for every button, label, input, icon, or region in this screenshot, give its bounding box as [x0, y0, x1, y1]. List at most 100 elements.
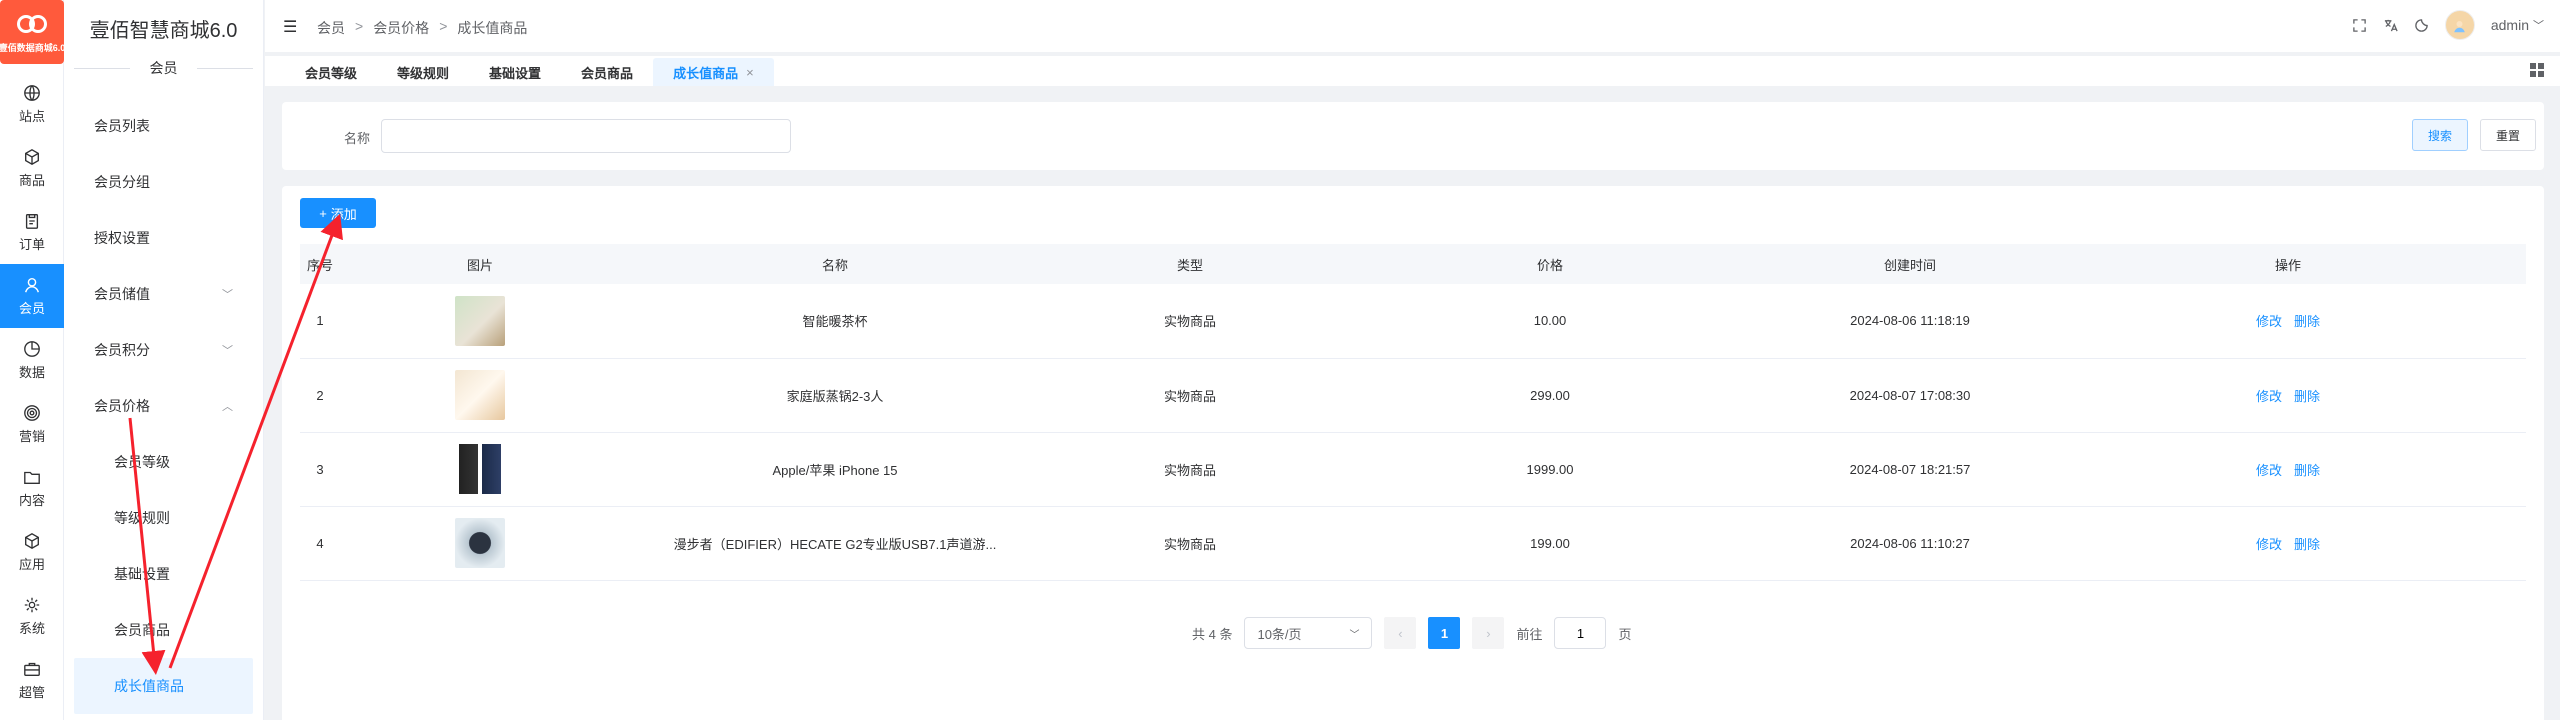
delete-link[interactable]: 删除 — [2294, 537, 2320, 552]
chevron-down-icon[interactable]: ﹀ — [2533, 17, 2544, 33]
rail-label: 内容 — [18, 492, 45, 508]
sidebar-item-level-rules[interactable]: 等级规则 — [64, 490, 263, 546]
add-button-label: 添加 — [330, 206, 357, 222]
rail-item-super-admin[interactable]: 超管 — [0, 648, 64, 712]
product-thumbnail[interactable] — [455, 370, 505, 420]
rail-label: 系统 — [18, 620, 45, 636]
header-actions: admin ﹀ — [2352, 10, 2544, 40]
col-header-actions: 操作 — [2274, 257, 2301, 273]
theme-icon[interactable] — [2414, 18, 2429, 33]
col-header-image: 图片 — [466, 257, 493, 273]
delete-link[interactable]: 删除 — [2294, 389, 2320, 404]
target-icon — [24, 404, 40, 421]
breadcrumb-separator: > — [355, 18, 364, 34]
edit-link[interactable]: 修改 — [2256, 314, 2282, 329]
sidebar-item-member-balance[interactable]: 会员储值 ﹀ — [64, 266, 263, 322]
sidebar-item-basic-settings[interactable]: 基础设置 — [64, 546, 263, 602]
sidebar-item-member-points[interactable]: 会员积分 ﹀ — [64, 322, 263, 378]
app-title: 壹佰智慧商城6.0 — [89, 19, 238, 42]
menu-toggle-icon[interactable]: ☰ — [283, 17, 297, 37]
tab-level-rules[interactable]: 等级规则 — [377, 58, 469, 86]
total-count: 共 4 条 — [1192, 626, 1233, 642]
fullscreen-icon[interactable] — [2352, 18, 2367, 33]
menu-label: 会员储值 — [94, 286, 150, 302]
sidebar-item-member-groups[interactable]: 会员分组 — [64, 154, 263, 210]
name-search-input[interactable] — [381, 119, 791, 153]
cell-image — [340, 506, 620, 580]
cell-image — [340, 284, 620, 358]
edit-link[interactable]: 修改 — [2256, 389, 2282, 404]
avatar[interactable] — [2444, 10, 2475, 40]
cell-type: 实物商品 — [1163, 536, 1216, 552]
menu-label: 会员等级 — [114, 454, 170, 470]
tab-member-levels[interactable]: 会员等级 — [285, 58, 377, 86]
rail-item-system[interactable]: 系统 — [0, 584, 64, 648]
globe-icon — [24, 84, 40, 101]
tab-label: 成长值商品 — [673, 65, 739, 81]
edit-link[interactable]: 修改 — [2256, 537, 2282, 552]
sidebar-item-member-list[interactable]: 会员列表 — [64, 98, 263, 154]
cell-name: 智能暖茶杯 — [802, 314, 868, 330]
rail-item-marketing[interactable]: 营销 — [0, 392, 64, 456]
sidebar-item-member-levels[interactable]: 会员等级 — [64, 434, 263, 490]
col-header-price: 价格 — [1536, 257, 1563, 273]
rail-item-orders[interactable]: 订单 — [0, 200, 64, 264]
sidebar-item-member-goods[interactable]: 会员商品 — [64, 602, 263, 658]
cell-type: 实物商品 — [1163, 314, 1216, 330]
logo-mark-icon — [14, 11, 50, 39]
prev-page-button[interactable]: ‹ — [1384, 617, 1417, 649]
next-page-button[interactable]: › — [1472, 617, 1505, 649]
product-thumbnail[interactable] — [455, 518, 505, 568]
delete-link[interactable]: 删除 — [2294, 463, 2320, 478]
rail-item-site[interactable]: 站点 — [0, 72, 64, 136]
cell-price: 10.00 — [1533, 313, 1567, 329]
delete-link[interactable]: 删除 — [2294, 314, 2320, 329]
table-header-row: 序号 图片 名称 类型 价格 创建时间 操作 — [300, 244, 2526, 284]
add-button[interactable]: + 添加 — [300, 198, 376, 228]
logo-text: 壹佰数据商城6.0 — [0, 42, 66, 53]
cube-icon — [25, 532, 39, 549]
pie-chart-icon — [24, 340, 40, 357]
breadcrumb: 会员 > 会员价格 > 成长值商品 — [317, 18, 527, 38]
rail-item-data[interactable]: 数据 — [0, 328, 64, 392]
breadcrumb-item[interactable]: 会员价格 — [373, 18, 429, 38]
cell-actions: 修改 删除 — [2050, 432, 2526, 506]
edit-link[interactable]: 修改 — [2256, 463, 2282, 478]
translate-icon[interactable] — [2383, 18, 2398, 33]
table-row: 2 家庭版蒸锅2-3人 实物商品 299.00 2024-08-07 17:08… — [300, 358, 2526, 432]
reset-button[interactable]: 重置 — [2480, 119, 2536, 151]
pagination: 共 4 条 10条/页 ﹀ ‹ 1 › 前往 页 — [1192, 617, 1632, 649]
cell-price: 299.00 — [1530, 387, 1570, 403]
menu-label: 会员商品 — [114, 622, 170, 638]
product-thumbnail[interactable] — [455, 444, 505, 494]
rail-item-goods[interactable]: 商品 — [0, 136, 64, 200]
goto-page-input[interactable] — [1554, 617, 1607, 649]
rail-label: 会员 — [18, 300, 45, 316]
breadcrumb-item[interactable]: 会员 — [317, 18, 345, 38]
box-icon — [25, 148, 39, 165]
sidebar-item-member-price[interactable]: 会员价格 ︿ — [64, 378, 263, 434]
sidebar-item-auth-settings[interactable]: 授权设置 — [64, 210, 263, 266]
page-suffix: 页 — [1618, 626, 1632, 642]
tab-growth-goods[interactable]: 成长值商品 × — [653, 58, 774, 86]
tab-member-goods[interactable]: 会员商品 — [561, 58, 653, 86]
cell-name: Apple/苹果 iPhone 15 — [772, 462, 898, 478]
tab-basic-settings[interactable]: 基础设置 — [469, 58, 561, 86]
page-size-select[interactable]: 10条/页 ﹀ — [1244, 617, 1373, 649]
product-thumbnail[interactable] — [455, 295, 505, 346]
search-button[interactable]: 搜索 — [2412, 119, 2468, 151]
close-icon[interactable]: × — [746, 65, 754, 80]
table-row: 3 Apple/苹果 iPhone 15 实物商品 1999.00 2024-0… — [300, 432, 2526, 506]
page-number-current[interactable]: 1 — [1428, 617, 1461, 649]
brand-logo[interactable]: 壹佰数据商城6.0 — [0, 0, 66, 64]
rail-item-content[interactable]: 内容 — [0, 456, 64, 520]
username[interactable]: admin — [2491, 17, 2529, 33]
growth-goods-table: 序号 图片 名称 类型 价格 创建时间 操作 1 智能暖茶杯 实物商品 10.0… — [300, 244, 2526, 581]
rail-label: 站点 — [18, 108, 45, 124]
rail-item-apps[interactable]: 应用 — [0, 520, 64, 584]
cell-actions: 修改 删除 — [2050, 358, 2526, 432]
menu-label: 基础设置 — [114, 566, 170, 582]
rail-item-member[interactable]: 会员 — [0, 264, 64, 328]
grid-icon[interactable] — [2530, 63, 2544, 77]
sidebar-item-growth-goods[interactable]: 成长值商品 — [74, 658, 253, 714]
